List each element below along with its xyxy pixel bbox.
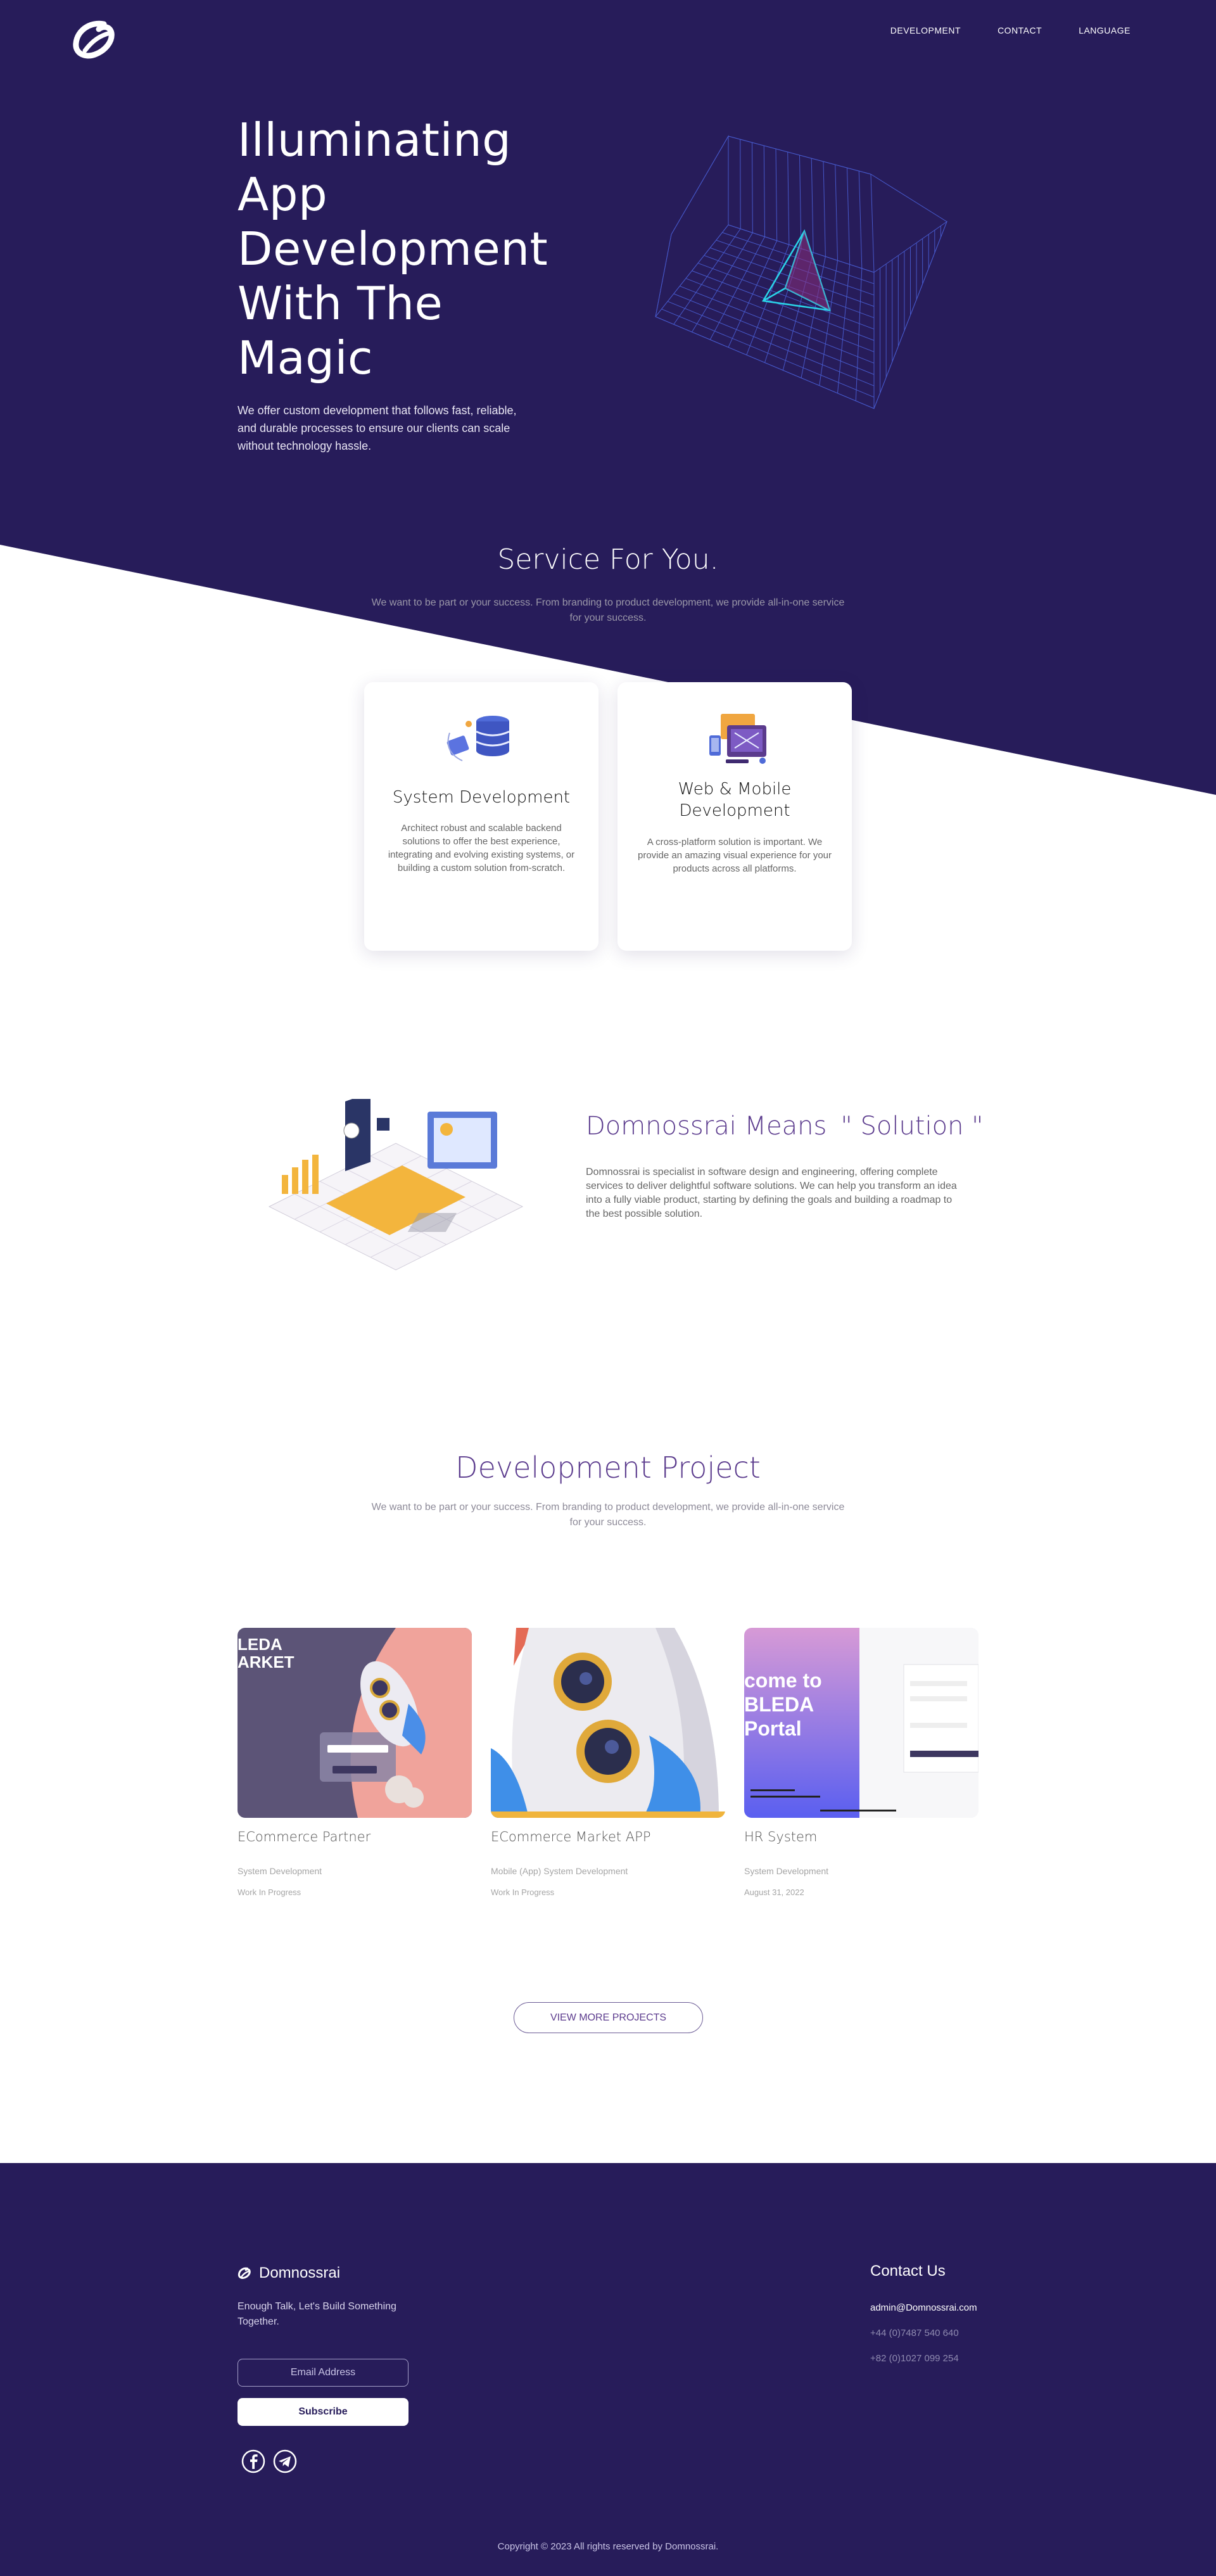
project-card-ecommerce-market-app[interactable]: ECommerce Market APP Mobile (App) System… — [491, 1628, 725, 1897]
project-name[interactable]: HR System — [744, 1829, 978, 1844]
wireframe-cube-illustration — [655, 135, 948, 409]
projects-subtitle: We want to be part or your success. From… — [371, 1502, 845, 1528]
facebook-icon[interactable] — [241, 2449, 266, 2474]
project-thumbnail[interactable]: come to BLEDA Portal — [744, 1628, 978, 1818]
hero-title: Illuminating App Development With The Ma… — [238, 113, 548, 384]
email-input[interactable] — [238, 2359, 408, 2387]
projects-title: Development Project — [455, 1450, 761, 1485]
solution-title: Domnossrai Means " Solution " — [586, 1112, 984, 1141]
service-card-system[interactable]: System Development Architect robust and … — [364, 682, 598, 951]
project-category: System Development — [744, 1866, 829, 1876]
services-subtitle: We want to be part or your success. From… — [371, 597, 845, 623]
nav-development[interactable]: DEVELOPMENT — [890, 25, 961, 35]
thumb-title: come to BLEDA Portal — [744, 1669, 822, 1740]
card-text: Architect robust and scalable backend so… — [388, 823, 575, 873]
view-more-projects-button[interactable]: VIEW MORE PROJECTS — [514, 2002, 703, 2033]
brand-logo[interactable] — [71, 19, 122, 61]
hero-background — [0, 0, 1216, 795]
project-status: Work In Progress — [491, 1888, 555, 1897]
solution-highlight: " Solution " — [840, 1112, 984, 1141]
services-title: Service For You. — [497, 543, 719, 576]
nav-language[interactable]: LANGUAGE — [1079, 25, 1130, 35]
project-card-hr-system[interactable]: come to BLEDA Portal HR System System De… — [744, 1628, 978, 1897]
project-category: Mobile (App) System Development — [491, 1866, 628, 1876]
solution-text: Domnossrai is specialist in software des… — [586, 1167, 957, 1219]
brand-logo-icon — [238, 2267, 251, 2279]
subscribe-button[interactable]: Subscribe — [238, 2398, 408, 2426]
hero-description: We offer custom development that follows… — [238, 404, 517, 452]
card-title: System Development — [392, 788, 571, 807]
rocket-closeup-image — [491, 1628, 725, 1818]
telegram-icon[interactable] — [272, 2449, 298, 2474]
contact-phone[interactable]: +44 (0)7487 540 640 — [870, 2328, 959, 2338]
top-nav: DEVELOPMENT CONTACT LANGUAGE — [890, 25, 1130, 35]
project-name[interactable]: ECommerce Partner — [238, 1829, 472, 1844]
contact-phone[interactable]: +82 (0)1027 099 254 — [870, 2353, 959, 2364]
contact-title: Contact Us — [870, 2262, 946, 2280]
service-card-web-mobile[interactable]: Web & Mobile Development A cross-platfor… — [618, 682, 852, 951]
card-text: A cross-platform solution is important. … — [638, 837, 832, 874]
project-category: System Development — [238, 1866, 322, 1876]
thumb-title: LEDA ARKET — [238, 1635, 294, 1672]
copyright: Copyright © 2023 All rights reserved by … — [497, 2541, 719, 2552]
database-icon — [446, 716, 510, 761]
footer-tagline: Enough Talk, Let's Build Something Toget… — [238, 2301, 396, 2327]
contact-email[interactable]: admin@Domnossrai.com — [870, 2302, 977, 2313]
project-thumbnail[interactable] — [491, 1628, 725, 1818]
project-status: August 31, 2022 — [744, 1888, 804, 1897]
project-name[interactable]: ECommerce Market APP — [491, 1829, 725, 1844]
project-card-ecommerce-partner[interactable]: LEDA ARKET ECommerce Partner System Deve… — [238, 1628, 472, 1897]
project-status: Work In Progress — [238, 1888, 301, 1897]
card-title: Web & Mobile Development — [678, 780, 792, 820]
project-thumbnail[interactable]: LEDA ARKET — [238, 1628, 472, 1818]
solution-title-text: Domnossrai Means — [586, 1112, 827, 1141]
isometric-workspace-illustration — [268, 1099, 524, 1271]
devices-icon — [709, 714, 766, 764]
footer — [0, 2163, 1216, 2576]
nav-contact[interactable]: CONTACT — [998, 25, 1042, 35]
footer-brand[interactable]: Domnossrai — [238, 2264, 340, 2282]
footer-brand-name: Domnossrai — [259, 2264, 341, 2281]
